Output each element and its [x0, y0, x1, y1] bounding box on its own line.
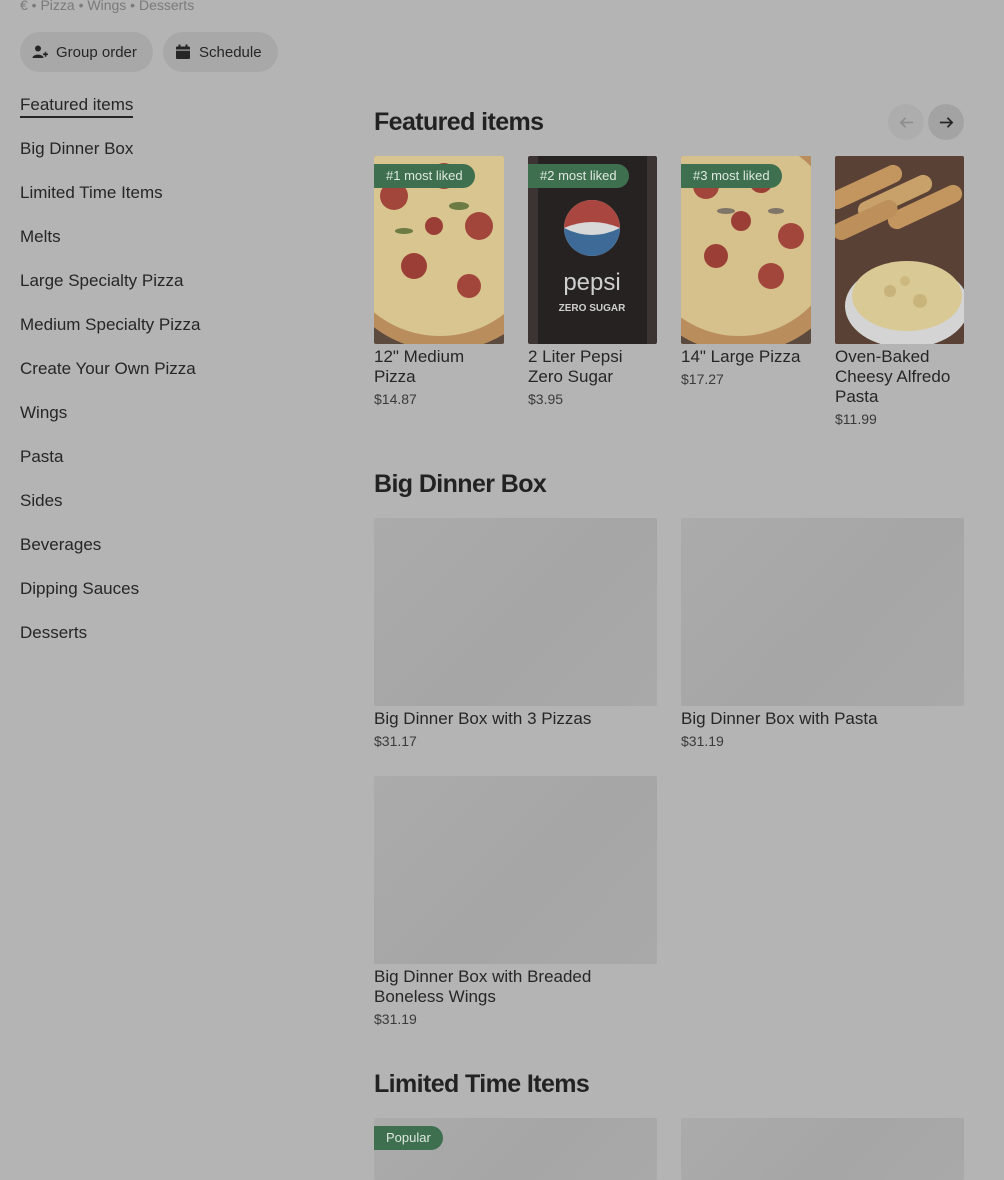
- item-name: Oven-Baked Cheesy Alfredo Pasta: [835, 347, 951, 406]
- item-image-placeholder: [681, 1118, 964, 1180]
- sidebar-item-medium-specialty-pizza[interactable]: Medium Specialty Pizza: [20, 314, 320, 358]
- arrow-left-icon: [899, 116, 913, 128]
- carousel-next-button[interactable]: [928, 104, 964, 140]
- featured-item-card[interactable]: pepsi ZERO SUGAR #2 most liked 2 Liter P…: [528, 156, 657, 408]
- item-image-placeholder: [374, 776, 657, 964]
- sidebar-item-label: Dipping Sauces: [20, 579, 140, 598]
- item-image-placeholder: [681, 518, 964, 706]
- sidebar-item-sides[interactable]: Sides: [20, 490, 320, 534]
- sidebar-item-label: Large Specialty Pizza: [20, 271, 184, 290]
- sidebar-item-label: Medium Specialty Pizza: [20, 315, 201, 334]
- item-price: $31.19: [374, 1011, 417, 1027]
- menu-item-card[interactable]: Big Dinner Box with Breaded Boneless Win…: [374, 776, 657, 1028]
- sidebar-item-label: Limited Time Items: [20, 183, 163, 202]
- sidebar-item-featured-items[interactable]: Featured items: [20, 94, 320, 138]
- group-order-button[interactable]: Group order: [20, 32, 153, 72]
- group-order-label: Group order: [56, 43, 137, 61]
- item-price: $31.17: [374, 733, 417, 749]
- menu-item-card[interactable]: Big Dinner Box with 3 Pizzas $31.17: [374, 518, 657, 750]
- pepsi-bottle-image: pepsi ZERO SUGAR #2 most liked: [528, 156, 657, 344]
- sidebar-item-wings[interactable]: Wings: [20, 402, 320, 446]
- pizza-image: #3 most liked: [681, 156, 811, 344]
- item-price: $14.87: [374, 391, 417, 407]
- item-name: 12" Medium Pizza: [374, 347, 465, 386]
- sidebar-item-create-your-own-pizza[interactable]: Create Your Own Pizza: [20, 358, 320, 402]
- menu-item-card[interactable]: Big Dinner Box with Pasta $31.19: [681, 518, 964, 750]
- item-price: $31.19: [681, 733, 724, 749]
- arrow-right-icon: [939, 116, 953, 128]
- item-name: Big Dinner Box with 3 Pizzas: [374, 709, 592, 728]
- item-price: $11.99: [835, 411, 877, 427]
- sidebar-item-label: Big Dinner Box: [20, 139, 134, 158]
- sidebar-item-limited-time-items[interactable]: Limited Time Items: [20, 182, 320, 226]
- sidebar-item-large-specialty-pizza[interactable]: Large Specialty Pizza: [20, 270, 320, 314]
- sidebar-item-label: Beverages: [20, 535, 102, 554]
- item-image-placeholder: [374, 518, 657, 706]
- store-tagline: € • Pizza • Wings • Desserts: [20, 0, 195, 13]
- sidebar-item-pasta[interactable]: Pasta: [20, 446, 320, 490]
- featured-item-card[interactable]: Oven-Baked Cheesy Alfredo Pasta $11.99: [835, 156, 964, 428]
- item-price: $17.27: [681, 371, 724, 387]
- add-person-icon: [32, 45, 48, 58]
- sidebar-item-beverages[interactable]: Beverages: [20, 534, 320, 578]
- sidebar-item-desserts[interactable]: Desserts: [20, 622, 320, 666]
- carousel-prev-button[interactable]: [888, 104, 924, 140]
- sidebar-item-melts[interactable]: Melts: [20, 226, 320, 270]
- item-name: 2 Liter Pepsi Zero Sugar: [528, 347, 623, 386]
- popular-badge: Popular: [374, 1126, 443, 1150]
- svg-text:ZERO SUGAR: ZERO SUGAR: [559, 303, 626, 314]
- calendar-icon: [176, 44, 190, 59]
- sidebar-item-label: Desserts: [20, 623, 88, 642]
- sidebar-item-label: Melts: [20, 227, 61, 246]
- sidebar-item-label: Pasta: [20, 447, 64, 466]
- sidebar-item-label: Wings: [20, 403, 68, 422]
- sidebar-item-label: Featured items: [20, 94, 134, 118]
- menu-item-card[interactable]: Popular: [374, 1118, 657, 1180]
- item-price: $3.95: [528, 391, 564, 407]
- item-name: Big Dinner Box with Breaded Boneless Win…: [374, 967, 592, 1006]
- menu-item-card[interactable]: [681, 1118, 964, 1180]
- most-liked-badge: #2 most liked: [528, 164, 629, 188]
- item-image-placeholder: Popular: [374, 1118, 657, 1180]
- schedule-label: Schedule: [199, 43, 262, 61]
- svg-text:pepsi: pepsi: [563, 269, 620, 296]
- pizza-image: #1 most liked: [374, 156, 504, 344]
- schedule-button[interactable]: Schedule: [163, 32, 278, 72]
- big-dinner-box-heading: Big Dinner Box: [374, 470, 547, 498]
- sidebar-item-label: Sides: [20, 491, 63, 510]
- sidebar-item-dipping-sauces[interactable]: Dipping Sauces: [20, 578, 320, 622]
- most-liked-badge: #1 most liked: [374, 164, 475, 188]
- item-name: 14" Large Pizza: [681, 347, 801, 366]
- sidebar-item-big-dinner-box[interactable]: Big Dinner Box: [20, 138, 320, 182]
- pasta-image: [835, 156, 964, 344]
- limited-time-items-heading: Limited Time Items: [374, 1070, 590, 1098]
- sidebar-item-label: Create Your Own Pizza: [20, 359, 196, 378]
- most-liked-badge: #3 most liked: [681, 164, 782, 188]
- featured-items-heading: Featured items: [374, 108, 544, 136]
- item-name: Big Dinner Box with Pasta: [681, 709, 878, 728]
- featured-item-card[interactable]: #1 most liked 12" Medium Pizza $14.87: [374, 156, 504, 408]
- category-sidebar: Featured items Big Dinner Box Limited Ti…: [20, 94, 320, 666]
- featured-item-card[interactable]: #3 most liked 14" Large Pizza $17.27: [681, 156, 811, 388]
